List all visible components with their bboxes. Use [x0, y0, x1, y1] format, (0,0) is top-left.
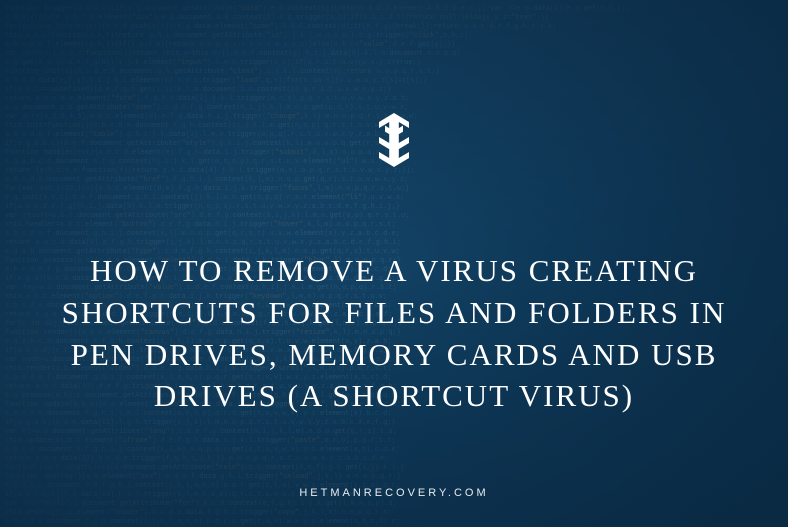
hero-banner: function trigger(a,b,c,d){if(e.g.documen…	[0, 0, 788, 527]
site-attribution: HETMANRECOVERY.COM	[299, 487, 488, 499]
article-title: HOW TO REMOVE A VIRUS CREATING SHORTCUTS…	[60, 250, 728, 417]
hetman-logo-icon	[364, 110, 424, 170]
hero-content: HOW TO REMOVE A VIRUS CREATING SHORTCUTS…	[0, 110, 788, 417]
